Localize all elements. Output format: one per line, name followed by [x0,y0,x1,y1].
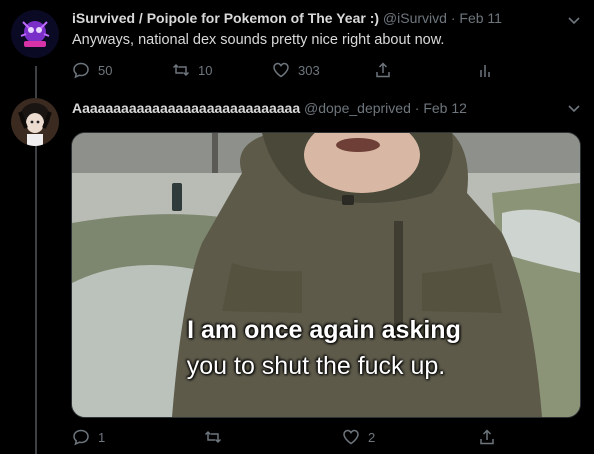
analytics-icon [480,65,490,77]
avatar-image [11,10,59,58]
reply-icon [73,62,89,79]
separator: · [414,100,420,116]
like-count: 2 [368,429,376,445]
handle[interactable]: @dope_deprived [304,100,411,116]
share-button[interactable] [478,428,496,446]
tweet-media-image[interactable]: I am once again asking you to shut the f… [71,132,581,418]
reply-button[interactable]: 50 [72,61,112,79]
chevron-down-icon[interactable] [566,12,582,28]
retweet-icon [204,430,222,444]
reply-count: 50 [98,62,113,78]
retweet-button[interactable] [204,428,230,446]
tweet-header: iSurvived / Poipole for Pokemon of The Y… [72,10,502,26]
like-button[interactable]: 303 [272,61,320,79]
heart-icon [273,62,289,78]
retweet-icon [172,63,190,77]
timestamp[interactable]: Feb 11 [459,10,502,26]
tweet-text: Anyways, national dex sounds pretty nice… [72,32,445,48]
avatar[interactable] [11,10,59,58]
tweet-actions: 1 2 [72,428,512,448]
avatar-image [11,98,59,146]
reply-button[interactable]: 1 [72,428,105,446]
like-button[interactable]: 2 [342,428,375,446]
timestamp[interactable]: Feb 12 [423,100,467,116]
share-icon [480,429,494,445]
media-caption-line1: I am once again asking [187,316,461,344]
tweet-actions: 50 10 303 [72,61,512,81]
like-count: 303 [298,62,320,78]
separator: · [450,10,456,26]
analytics-button[interactable] [476,61,494,79]
avatar[interactable] [11,98,59,146]
chevron-down-icon[interactable] [566,100,582,116]
retweet-count: 10 [198,62,213,78]
retweet-button[interactable]: 10 [172,61,212,79]
tweet-header: Aaaaaaaaaaaaaaaaaaaaaaaaaaaaa @dope_depr… [72,100,467,116]
reply-count: 1 [98,429,106,445]
share-icon [376,62,390,78]
reply-icon [73,429,89,446]
display-name[interactable]: Aaaaaaaaaaaaaaaaaaaaaaaaaaaaa [72,100,300,116]
heart-icon [343,429,359,445]
handle[interactable]: @iSurvivd [383,10,447,26]
share-button[interactable] [374,61,392,79]
media-caption-line2: you to shut the fuck up. [186,352,446,380]
display-name[interactable]: iSurvived / Poipole for Pokemon of The Y… [72,10,379,26]
